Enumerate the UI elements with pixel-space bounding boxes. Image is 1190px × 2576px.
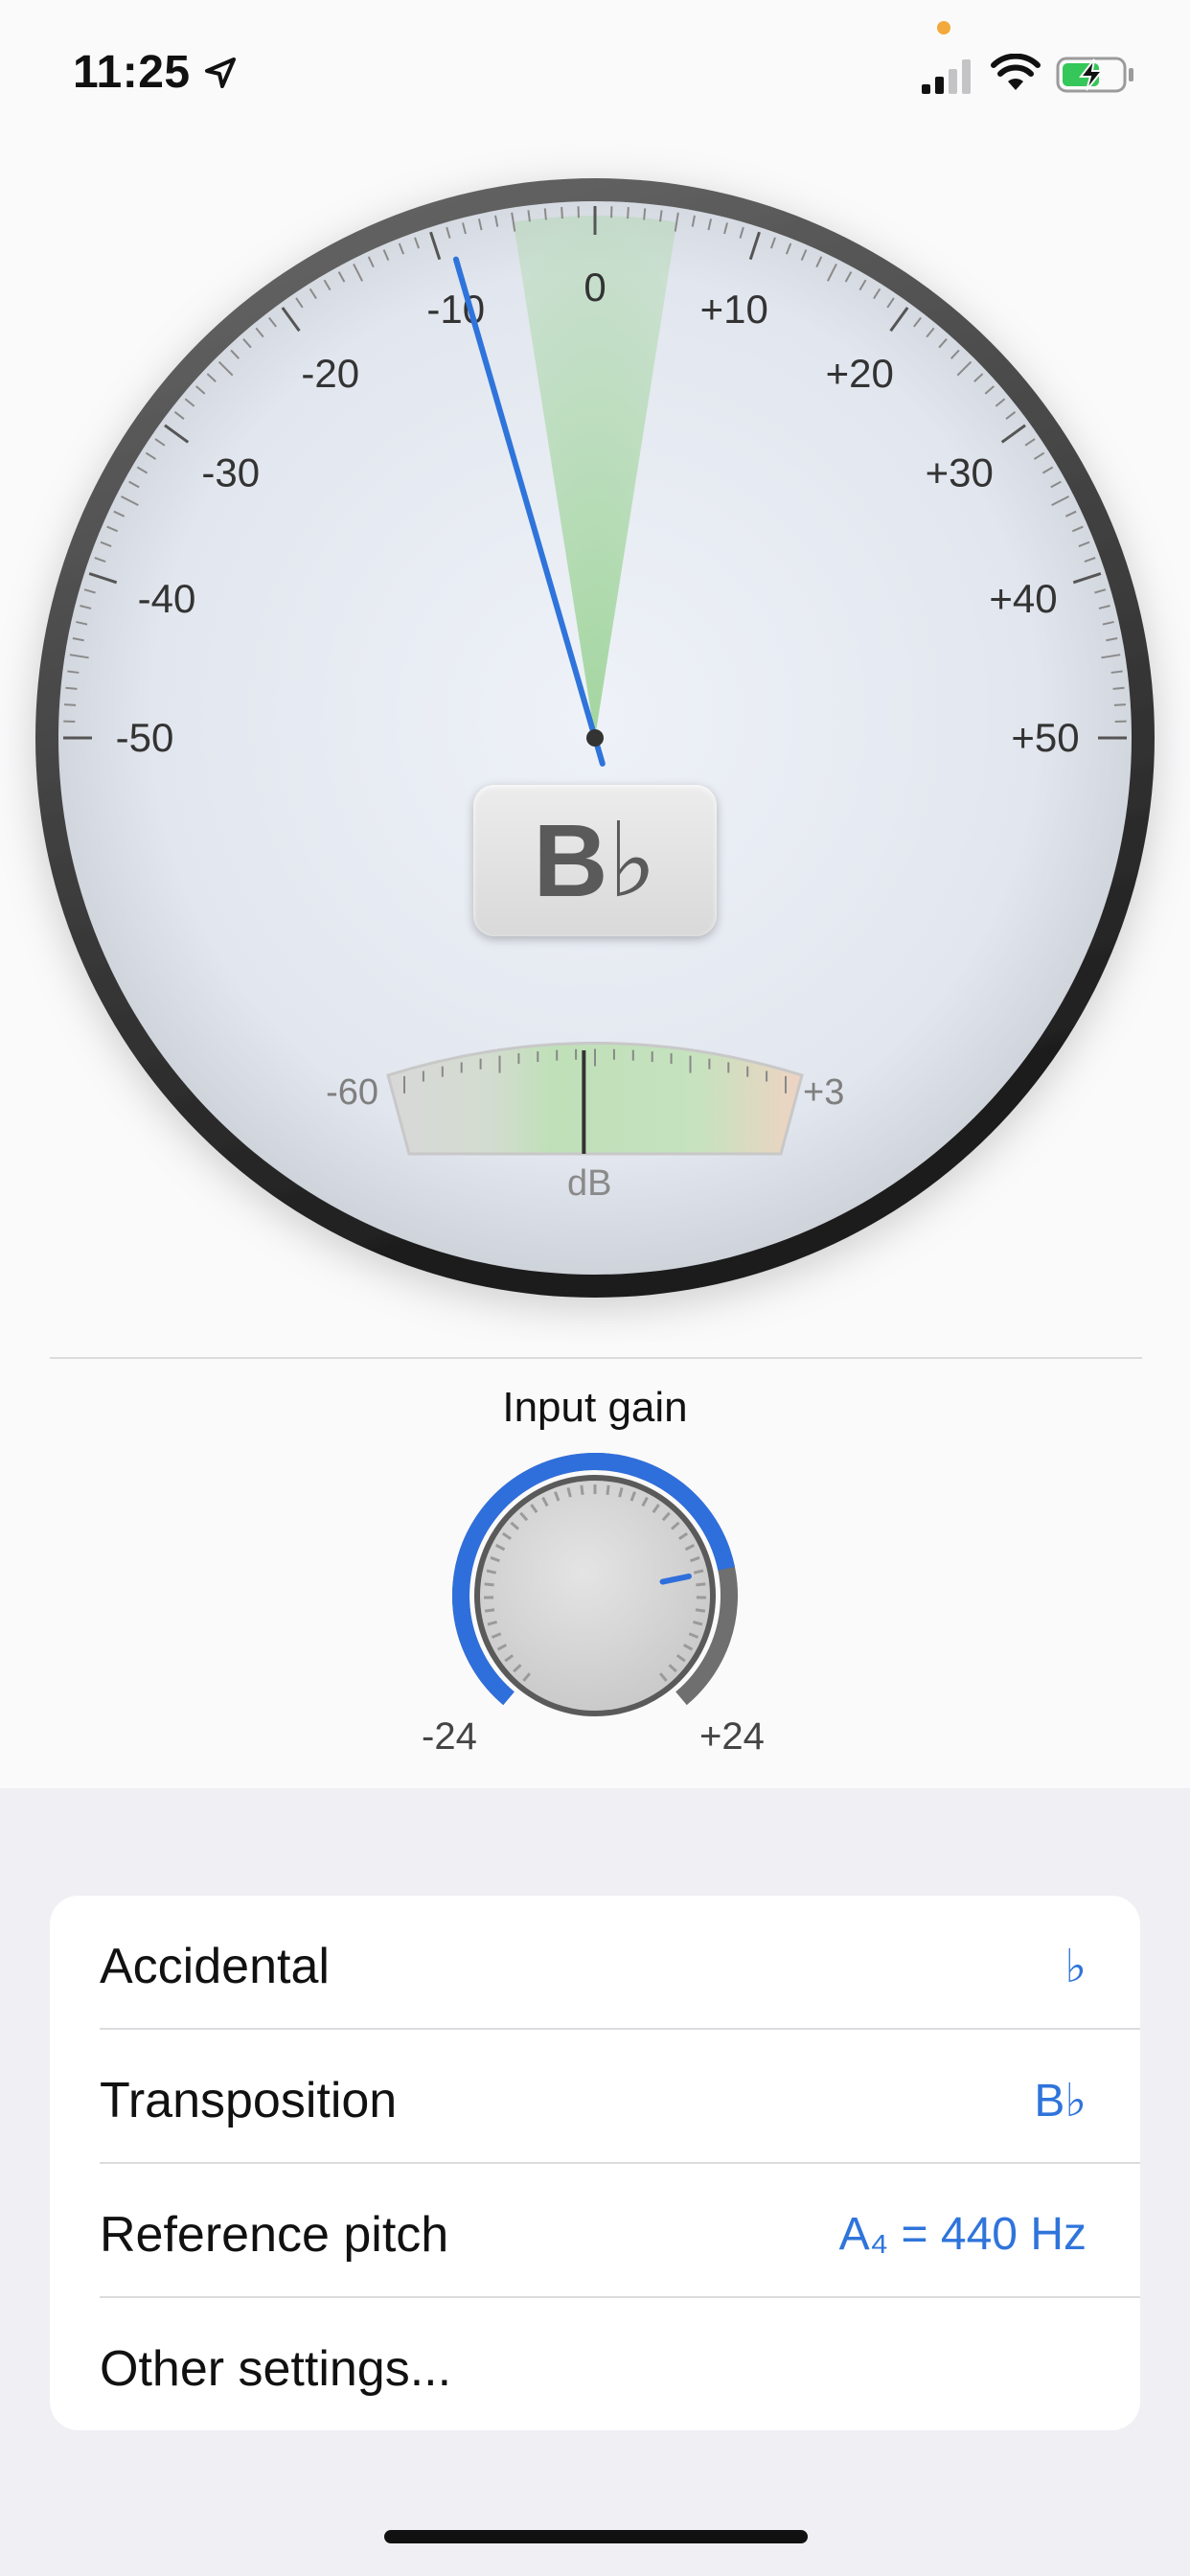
setting-value: ♭: [1064, 1942, 1087, 1992]
knob-tick: [484, 1608, 495, 1613]
cents-tick: [643, 208, 647, 220]
knob-tick: [580, 1484, 584, 1495]
setting-value: A₄ = 440 Hz: [838, 2209, 1087, 2260]
cents-label: +30: [926, 450, 994, 495]
gain-max-label: +24: [699, 1715, 765, 1758]
cents-label: -40: [138, 576, 196, 621]
status-bar: 11:25: [0, 0, 1190, 144]
cents-tick: [1113, 703, 1126, 706]
cents-label: -20: [301, 351, 359, 396]
cents-label: +50: [1011, 715, 1079, 760]
tuner-dial: -50 -40 -30 -20 -10 0 +10 +20 +30 +40 +50 -60 +3 B…: [0, 144, 1190, 1342]
setting-row-transposition[interactable]: Transposition B♭: [50, 2030, 1140, 2164]
setting-value: B♭: [1034, 2076, 1087, 2127]
knob-tick: [696, 1582, 706, 1587]
cents-label: 0: [584, 264, 606, 310]
cents-tick: [561, 207, 563, 219]
tuner-gauge: -50-40-30-20-10 0 +10+20+30+40+50 -60 +3: [35, 178, 1155, 1298]
setting-label: Other settings...: [100, 2341, 452, 2397]
setting-label: Transposition: [100, 2073, 398, 2128]
gain-min-label: -24: [422, 1715, 477, 1758]
wifi-icon: [991, 54, 1041, 90]
status-time: 11:25: [73, 47, 191, 98]
setting-label: Accidental: [100, 1939, 330, 1994]
knob-tick: [484, 1582, 494, 1587]
input-gain-title: Input gain: [502, 1384, 688, 1431]
input-gain-knob[interactable]: [448, 1449, 742, 1742]
cents-label: +20: [826, 351, 894, 396]
battery-charging-icon: [1056, 57, 1133, 93]
knob-tick: [695, 1608, 706, 1613]
section-divider: [50, 1357, 1142, 1359]
cents-tick: [64, 703, 77, 706]
cents-tick: [627, 207, 629, 219]
level-min-label: -60: [326, 1072, 378, 1113]
cents-label: +10: [700, 287, 768, 332]
setting-row-accidental[interactable]: Accidental ♭: [50, 1896, 1140, 2030]
knob-tick: [606, 1484, 610, 1495]
settings-list: Accidental ♭ Transposition B♭ Reference …: [50, 1896, 1140, 2430]
home-indicator: [384, 2530, 808, 2543]
setting-label: Reference pitch: [100, 2207, 449, 2263]
cents-label: -50: [116, 715, 174, 760]
detected-note-display: B♭: [473, 785, 717, 936]
cents-tick: [543, 208, 547, 220]
cents-tick: [65, 686, 78, 690]
needle-pivot: [586, 729, 604, 747]
privacy-indicator-dot: [937, 21, 950, 34]
cents-label: +40: [989, 576, 1057, 621]
level-max-label: +3: [803, 1072, 844, 1113]
cents-label: -30: [201, 450, 260, 495]
setting-row-reference-pitch[interactable]: Reference pitch A₄ = 440 Hz: [50, 2164, 1140, 2298]
location-arrow-icon: [205, 58, 236, 88]
cents-tick: [1112, 686, 1125, 690]
level-unit-label: dB: [567, 1163, 612, 1204]
signal-icon: [922, 59, 971, 94]
setting-row-other-settings[interactable]: Other settings...: [50, 2298, 1140, 2430]
